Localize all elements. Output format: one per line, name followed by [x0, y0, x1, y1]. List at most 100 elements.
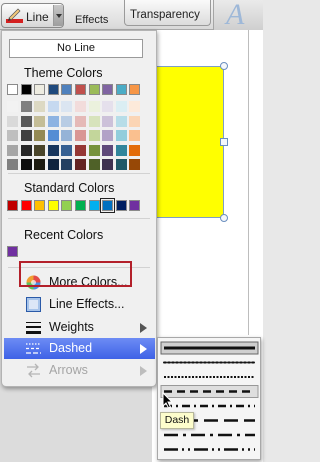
- theme-shade-swatch[interactable]: [61, 101, 73, 112]
- theme-shade-swatch[interactable]: [47, 144, 59, 156]
- theme-shade-swatch[interactable]: [75, 159, 86, 170]
- theme-color-swatch[interactable]: [75, 84, 86, 95]
- theme-shade-swatch[interactable]: [129, 115, 141, 127]
- theme-shade-swatch[interactable]: [34, 159, 46, 170]
- theme-color-swatch[interactable]: [129, 84, 141, 95]
- theme-shade-swatch[interactable]: [115, 159, 127, 170]
- theme-shade-swatch[interactable]: [20, 101, 32, 112]
- theme-shade-swatch[interactable]: [102, 130, 114, 141]
- theme-shade-swatch[interactable]: [88, 159, 100, 170]
- transparency-button[interactable]: Transparency: [124, 0, 211, 26]
- line-button-label: Line: [26, 10, 49, 24]
- resize-handle[interactable]: [220, 62, 228, 70]
- theme-shade-swatch[interactable]: [34, 144, 46, 156]
- theme-shade-swatch[interactable]: [129, 101, 141, 112]
- line-dropdown-arrow[interactable]: [53, 5, 63, 26]
- standard-color-swatch[interactable]: [88, 200, 100, 211]
- recent-color-swatch[interactable]: [7, 246, 18, 257]
- submenu-arrow-icon: [140, 323, 147, 333]
- mouse-cursor-icon: [162, 392, 174, 409]
- dashed-label: Dashed: [49, 341, 93, 355]
- theme-shade-swatch[interactable]: [88, 130, 100, 141]
- standard-color-swatch[interactable]: [115, 200, 127, 211]
- theme-shade-swatch[interactable]: [61, 130, 73, 141]
- recent-colors-heading: Recent Colors: [24, 228, 104, 242]
- theme-shade-swatch[interactable]: [34, 130, 46, 141]
- theme-color-swatch[interactable]: [20, 84, 32, 95]
- line-button[interactable]: Line: [1, 3, 64, 28]
- theme-shade-swatch[interactable]: [102, 144, 114, 156]
- theme-color-swatch[interactable]: [88, 84, 100, 95]
- standard-color-swatch[interactable]: [20, 200, 32, 211]
- standard-color-swatch[interactable]: [129, 200, 141, 211]
- theme-color-swatch[interactable]: [102, 84, 114, 95]
- standard-color-swatch[interactable]: [47, 200, 59, 211]
- theme-shade-swatch[interactable]: [47, 101, 59, 112]
- theme-color-swatch[interactable]: [7, 84, 18, 95]
- arrows-label: Arrows: [49, 363, 88, 377]
- standard-color-swatch[interactable]: [34, 200, 46, 211]
- no-line-button[interactable]: No Line: [9, 39, 143, 58]
- theme-shade-swatch[interactable]: [88, 115, 100, 127]
- guide-line: [248, 30, 249, 335]
- theme-color-swatch[interactable]: [47, 84, 59, 95]
- theme-shade-swatch[interactable]: [61, 115, 73, 127]
- theme-shade-swatch[interactable]: [47, 130, 59, 141]
- theme-shade-swatch[interactable]: [115, 115, 127, 127]
- theme-shade-swatch[interactable]: [102, 115, 114, 127]
- arrows-item: Arrows: [4, 360, 155, 381]
- theme-color-swatch[interactable]: [115, 84, 127, 95]
- weights-label: Weights: [49, 320, 94, 334]
- theme-shade-swatch[interactable]: [47, 115, 59, 127]
- theme-shade-swatch[interactable]: [34, 101, 46, 112]
- theme-shade-swatch[interactable]: [20, 115, 32, 127]
- theme-shade-swatch[interactable]: [20, 159, 32, 170]
- text-style-gallery[interactable]: A: [213, 0, 263, 30]
- theme-shade-swatch[interactable]: [61, 159, 73, 170]
- theme-shade-swatch[interactable]: [115, 130, 127, 141]
- theme-shade-swatch[interactable]: [7, 101, 18, 112]
- theme-shade-swatch[interactable]: [61, 144, 73, 156]
- theme-color-swatch[interactable]: [34, 84, 46, 95]
- standard-color-swatch[interactable]: [7, 200, 18, 211]
- standard-color-swatch[interactable]: [75, 200, 86, 211]
- theme-shade-swatch[interactable]: [115, 101, 127, 112]
- theme-shade-swatch[interactable]: [75, 144, 86, 156]
- theme-shade-swatch[interactable]: [75, 101, 86, 112]
- submenu-arrow-icon: [140, 344, 147, 354]
- theme-shade-swatch[interactable]: [20, 144, 32, 156]
- theme-shade-swatch[interactable]: [102, 159, 114, 170]
- theme-shade-swatch[interactable]: [75, 130, 86, 141]
- selected-shape[interactable]: [155, 66, 224, 218]
- theme-shade-swatch[interactable]: [115, 144, 127, 156]
- theme-shade-swatch[interactable]: [129, 159, 141, 170]
- theme-shade-swatch[interactable]: [129, 144, 141, 156]
- theme-shade-swatch[interactable]: [75, 115, 86, 127]
- theme-shade-swatch[interactable]: [7, 159, 18, 170]
- separator: [8, 218, 150, 219]
- theme-shade-swatch[interactable]: [20, 130, 32, 141]
- theme-shade-swatch[interactable]: [7, 144, 18, 156]
- theme-shade-swatch[interactable]: [88, 101, 100, 112]
- theme-shade-swatch[interactable]: [47, 159, 59, 170]
- standard-color-swatch[interactable]: [100, 198, 116, 213]
- pen-icon: [6, 8, 23, 23]
- weights-item[interactable]: Weights: [4, 317, 155, 338]
- separator: [8, 173, 150, 174]
- theme-shade-swatch[interactable]: [7, 130, 18, 141]
- line-effects-icon: [26, 297, 41, 312]
- theme-shade-swatch[interactable]: [7, 115, 18, 127]
- resize-handle[interactable]: [220, 214, 228, 222]
- line-effects-item[interactable]: Line Effects...: [4, 294, 155, 315]
- resize-handle[interactable]: [220, 138, 228, 146]
- standard-color-swatch[interactable]: [61, 200, 73, 211]
- theme-color-swatch[interactable]: [61, 84, 73, 95]
- dashed-item[interactable]: Dashed: [4, 338, 155, 359]
- theme-shade-swatch[interactable]: [102, 101, 114, 112]
- line-effects-label: Line Effects...: [49, 297, 125, 311]
- theme-shade-swatch[interactable]: [88, 144, 100, 156]
- effects-label[interactable]: Effects: [75, 14, 108, 26]
- theme-shade-swatch[interactable]: [129, 130, 141, 141]
- theme-shade-swatch[interactable]: [34, 115, 46, 127]
- line-weights-icon: [26, 322, 41, 334]
